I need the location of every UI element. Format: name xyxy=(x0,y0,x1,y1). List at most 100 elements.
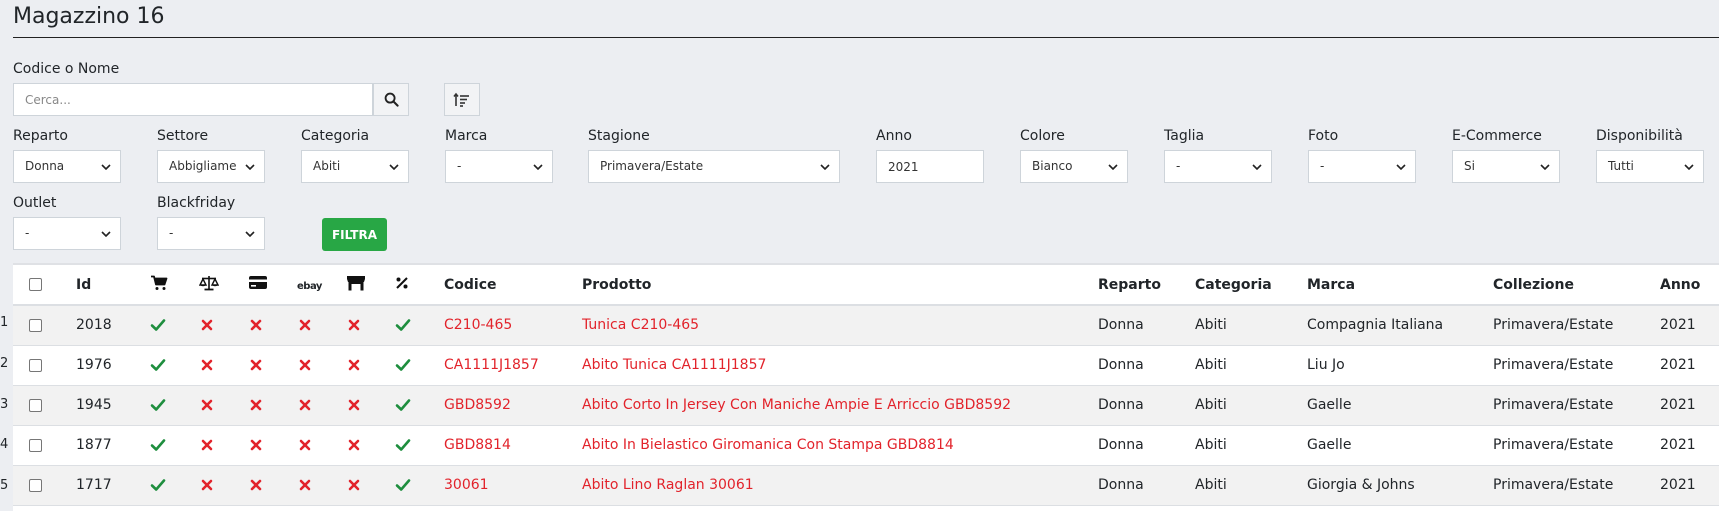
cross-icon xyxy=(346,357,362,373)
ebay-icon: ebay xyxy=(297,280,322,292)
search-button[interactable] xyxy=(373,83,409,116)
categoria-select[interactable]: Abiti xyxy=(301,150,409,183)
cell-credit-card-icon-status xyxy=(248,305,297,345)
header-categoria[interactable]: Categoria xyxy=(1195,265,1307,306)
cell-cart-icon-status xyxy=(150,465,199,505)
header-codice[interactable]: Codice xyxy=(444,265,582,306)
cell-categoria: Abiti xyxy=(1195,317,1227,334)
anno-input[interactable] xyxy=(876,150,984,183)
cell-cart-icon-status xyxy=(150,305,199,345)
cell-marca: Giorgia & Johns xyxy=(1307,477,1415,493)
row-index: 5 xyxy=(0,478,9,493)
row-index: 3 xyxy=(0,397,9,412)
header-anno[interactable]: Anno xyxy=(1660,265,1719,306)
header-ebay[interactable]: ebay xyxy=(297,265,346,306)
header-card[interactable] xyxy=(248,265,297,306)
outlet-label: Outlet xyxy=(13,195,57,211)
cross-icon xyxy=(199,317,215,333)
reparto-value: Donna xyxy=(25,159,65,173)
cell-ebay-icon-status xyxy=(297,305,346,345)
row-checkbox[interactable] xyxy=(29,478,42,492)
codice-link[interactable]: CA1111J1857 xyxy=(444,357,539,373)
table-header-row: Id ebay Codice Prodotto Reparto Categori… xyxy=(13,265,1719,306)
cross-icon xyxy=(199,357,215,373)
cell-percent-icon-status xyxy=(395,385,444,425)
prodotto-link[interactable]: Tunica C210-465 xyxy=(582,317,699,333)
categoria-value: Abiti xyxy=(313,159,341,173)
cross-icon xyxy=(199,437,215,453)
header-discount[interactable] xyxy=(395,265,444,306)
header-id[interactable]: Id xyxy=(76,265,150,306)
row-checkbox[interactable] xyxy=(29,398,42,412)
cell-collezione: Primavera/Estate xyxy=(1493,437,1614,453)
cell-store-icon-status xyxy=(346,425,395,465)
codice-link[interactable]: C210-465 xyxy=(444,317,512,333)
cell-scale-icon-status xyxy=(199,465,248,505)
prodotto-link[interactable]: Abito Tunica CA1111J1857 xyxy=(582,357,766,373)
marca-select[interactable]: - xyxy=(445,150,553,183)
codice-link[interactable]: 30061 xyxy=(444,477,489,493)
row-index: 4 xyxy=(0,437,9,452)
cell-anno: 2021 xyxy=(1660,477,1696,493)
stagione-select[interactable]: Primavera/Estate xyxy=(588,150,840,183)
reparto-select[interactable]: Donna xyxy=(13,150,121,183)
row-checkbox[interactable] xyxy=(29,318,42,332)
codice-link[interactable]: GBD8592 xyxy=(444,397,511,413)
table-row[interactable]: 1877 GBD8814 Abito In Bielastico Giromanic… xyxy=(13,425,1719,465)
header-scale[interactable] xyxy=(198,265,248,306)
codice-link[interactable]: GBD8814 xyxy=(444,437,511,453)
foto-label: Foto xyxy=(1308,128,1339,144)
disponibilita-select[interactable]: Tutti xyxy=(1596,150,1704,183)
percent-icon xyxy=(396,276,408,289)
ecommerce-label: E-Commerce xyxy=(1452,128,1542,144)
anno-label: Anno xyxy=(876,128,912,144)
prodotto-link[interactable]: Abito Lino Raglan 30061 xyxy=(582,477,754,493)
colore-select[interactable]: Bianco xyxy=(1020,150,1128,183)
cell-marca: Gaelle xyxy=(1307,397,1352,413)
header-marca[interactable]: Marca xyxy=(1307,265,1493,306)
settore-select[interactable]: Abbigliame xyxy=(157,150,265,183)
header-cart[interactable] xyxy=(150,265,199,306)
row-checkbox[interactable] xyxy=(29,358,42,372)
cell-anno: 2021 xyxy=(1660,437,1696,453)
table-row[interactable]: 1976 CA1111J1857 Abito Tunica CA1111J1857 D… xyxy=(13,345,1719,385)
colore-value: Bianco xyxy=(1032,159,1073,173)
cart-icon xyxy=(151,275,168,290)
cell-cart-icon-status xyxy=(150,345,199,385)
ecommerce-select[interactable]: Si xyxy=(1452,150,1560,183)
select-all-checkbox[interactable] xyxy=(29,278,42,291)
prodotto-link[interactable]: Abito Corto In Jersey Con Maniche Ampie … xyxy=(582,397,1011,413)
taglia-label: Taglia xyxy=(1164,128,1205,144)
cell-id: 1877 xyxy=(76,437,112,453)
chevron-down-icon xyxy=(100,218,112,249)
search-input[interactable] xyxy=(13,83,373,116)
row-index: 1 xyxy=(0,315,9,330)
chevron-down-icon xyxy=(1539,151,1551,182)
blackfriday-select[interactable]: - xyxy=(157,217,265,250)
foto-select[interactable]: - xyxy=(1308,150,1416,183)
filter-button[interactable]: FILTRA xyxy=(322,218,387,251)
table-row[interactable]: 1717 30061 Abito Lino Raglan 30061 Donna Abi… xyxy=(13,465,1719,505)
header-reparto[interactable]: Reparto xyxy=(1098,265,1195,306)
cell-anno: 2021 xyxy=(1660,357,1696,373)
check-icon xyxy=(150,317,166,333)
check-icon xyxy=(150,397,166,413)
sort-button[interactable] xyxy=(444,83,480,116)
prodotto-link[interactable]: Abito In Bielastico Giromanica Con Stamp… xyxy=(582,437,954,453)
table-row[interactable]: 1945 GBD8592 Abito Corto In Jersey Con Man… xyxy=(13,385,1719,425)
check-icon xyxy=(150,437,166,453)
check-icon xyxy=(395,397,411,413)
cell-anno: 2021 xyxy=(1660,317,1696,334)
row-checkbox[interactable] xyxy=(29,438,42,452)
header-collezione[interactable]: Collezione xyxy=(1493,265,1660,306)
header-prodotto[interactable]: Prodotto xyxy=(582,265,1098,306)
header-store[interactable] xyxy=(346,265,395,306)
blackfriday-value: - xyxy=(169,226,174,240)
categoria-label: Categoria xyxy=(301,128,370,144)
cell-percent-icon-status xyxy=(395,345,444,385)
chevron-down-icon xyxy=(100,151,112,182)
cell-ebay-icon-status xyxy=(297,465,346,505)
outlet-select[interactable]: - xyxy=(13,217,121,250)
taglia-select[interactable]: - xyxy=(1164,150,1272,183)
table-row[interactable]: 2018 C210-465 Tunica C210-465 Donna Abiti Com… xyxy=(13,305,1719,345)
